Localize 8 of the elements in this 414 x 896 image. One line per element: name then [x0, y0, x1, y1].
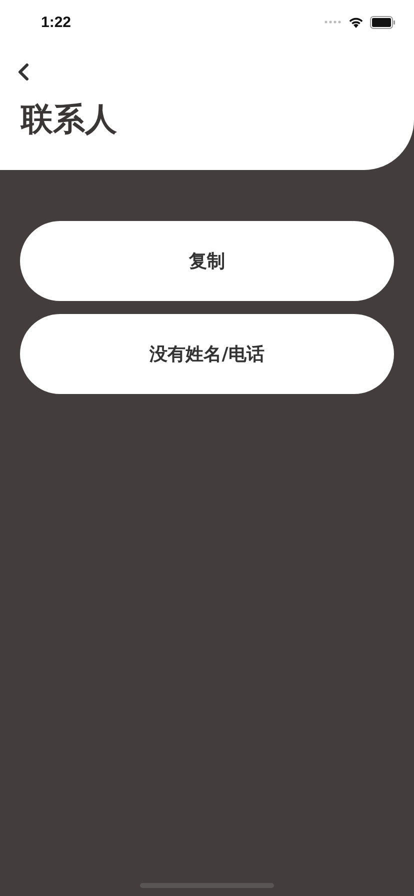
signal-icon: [324, 20, 342, 24]
page-title: 联系人: [19, 99, 118, 140]
action-button[interactable]: 复制: [20, 221, 394, 301]
battery-icon: [370, 16, 396, 28]
action-button[interactable]: 没有姓名/电话: [20, 314, 394, 394]
wifi-icon: [348, 16, 364, 28]
back-icon[interactable]: [16, 62, 30, 82]
status-time: 1:22: [41, 14, 72, 30]
